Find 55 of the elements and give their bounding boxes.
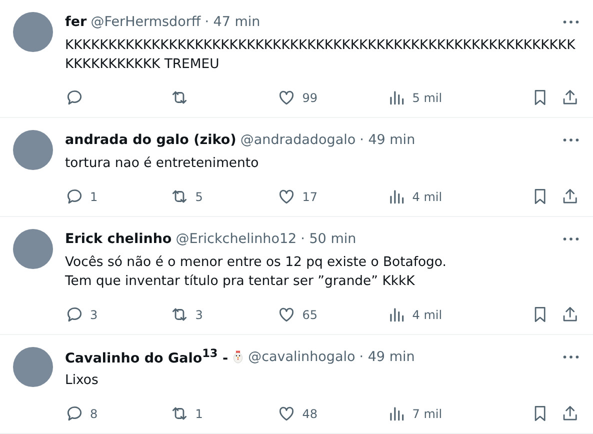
- views-icon[interactable]: [387, 88, 406, 107]
- view-count: 5 mil: [412, 90, 442, 104]
- post-text: Vocês só não é o menor entre os 12 pq existe o Botafogo.: [65, 254, 448, 272]
- reply-icon[interactable]: [65, 404, 84, 423]
- repost-count: 5: [195, 190, 203, 204]
- view-count: 7 mil: [412, 406, 442, 420]
- views-icon[interactable]: [387, 404, 406, 423]
- avatar[interactable]: [13, 229, 53, 269]
- share-icon[interactable]: [560, 404, 580, 423]
- reply-count: 3: [90, 308, 98, 322]
- views-icon[interactable]: [387, 305, 406, 324]
- more-icon[interactable]: [563, 237, 579, 241]
- share-icon[interactable]: [560, 187, 580, 206]
- view-count: 4 mil: [412, 190, 442, 204]
- reply-count: 1: [90, 190, 98, 204]
- post-time[interactable]: · 49 min: [359, 349, 415, 365]
- post-text: tortura nao é entretenimento: [65, 155, 260, 173]
- post-text: Lixos: [65, 372, 100, 390]
- user-handle[interactable]: @cavalinhogalo: [248, 349, 356, 365]
- avatar[interactable]: [13, 12, 53, 52]
- reply-icon[interactable]: [65, 305, 84, 324]
- user-name[interactable]: Erick chelinho: [65, 231, 172, 247]
- view-count: 4 mil: [412, 308, 442, 322]
- heart-icon[interactable]: [277, 187, 296, 206]
- reply-count: 8: [90, 406, 98, 420]
- post-text: KKKKKKKKKKKKKKKKKKKKKKKKKKKKKKKKKKKKKKKKKKKKKKKKKKKKKKKKKKKKKKKKKKKKKK TREMEU: [65, 37, 576, 74]
- post-text: Tem que inventar título pra tentar ser ”grande” KkkK: [65, 273, 416, 291]
- like-count: 65: [302, 308, 318, 322]
- heart-icon[interactable]: [277, 404, 296, 423]
- heart-icon[interactable]: [277, 88, 296, 107]
- reply-icon[interactable]: [65, 88, 84, 107]
- user-handle[interactable]: @FerHermsdorff: [90, 14, 201, 30]
- user-handle[interactable]: @Erickchelinho12: [176, 231, 297, 247]
- like-count: 17: [302, 190, 318, 204]
- like-count: 48: [302, 406, 318, 420]
- more-icon[interactable]: [563, 20, 579, 24]
- user-name[interactable]: andrada do galo (ziko): [65, 132, 236, 148]
- views-icon[interactable]: [387, 187, 406, 206]
- more-icon[interactable]: [563, 138, 579, 142]
- user-name[interactable]: fer: [65, 14, 87, 30]
- heart-icon[interactable]: [277, 305, 296, 324]
- avatar[interactable]: [13, 347, 53, 387]
- user-handle[interactable]: @andradadogalo: [240, 132, 356, 148]
- like-count: 99: [302, 90, 318, 104]
- post-time[interactable]: · 49 min: [360, 132, 416, 148]
- share-icon[interactable]: [560, 88, 580, 107]
- repost-count: 1: [195, 406, 203, 420]
- share-icon[interactable]: [560, 305, 580, 324]
- reply-icon[interactable]: [65, 187, 84, 206]
- more-icon[interactable]: [563, 355, 579, 359]
- post-time[interactable]: · 50 min: [300, 231, 356, 247]
- post-time[interactable]: · 47 min: [204, 14, 260, 30]
- user-name[interactable]: Cavalinho do Galo$^{13}$ -: [65, 347, 228, 367]
- avatar[interactable]: [13, 130, 53, 170]
- repost-count: 3: [195, 308, 203, 322]
